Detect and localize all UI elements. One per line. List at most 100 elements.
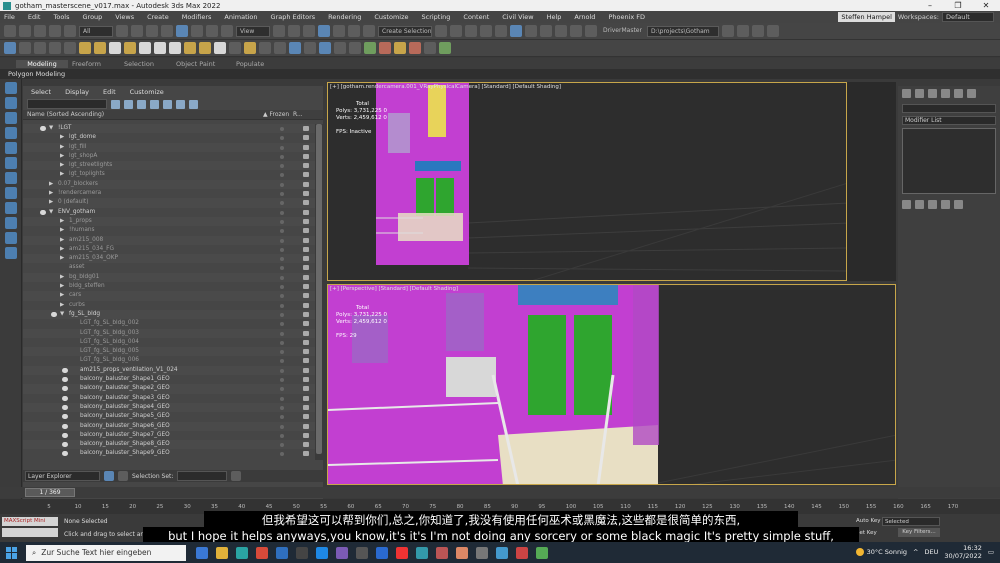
renderable-toggle-icon[interactable] [303, 144, 309, 150]
freeze-toggle-icon[interactable] [280, 275, 284, 280]
collapsed-arrow-icon[interactable]: ▶ [60, 153, 64, 159]
renderable-toggle-icon[interactable] [303, 181, 309, 187]
app-icon-18[interactable] [536, 546, 548, 559]
spacewarps-filter-icon[interactable] [5, 202, 17, 214]
freeze-toggle-icon[interactable] [280, 322, 284, 327]
schematic-view-icon[interactable] [510, 25, 522, 37]
explorer-row[interactable]: LGT_fg_SL_bldg_004 [23, 338, 315, 347]
show-end-result-icon[interactable] [915, 200, 924, 209]
explorer-row[interactable]: balcony_baluster_Shape3_GEO [23, 394, 315, 403]
freeze-toggle-icon[interactable] [280, 415, 284, 420]
remove-modifier-icon[interactable] [941, 200, 950, 209]
visibility-eye-icon[interactable] [40, 126, 46, 131]
renderable-toggle-icon[interactable] [303, 404, 309, 410]
list-view-icon[interactable] [104, 471, 114, 481]
explorer-row[interactable]: balcony_baluster_Shape2_GEO [23, 384, 315, 394]
workspace-icon[interactable] [767, 25, 779, 37]
pin-stack-icon[interactable] [902, 200, 911, 209]
rect-selection-icon[interactable] [146, 25, 158, 37]
renderable-toggle-icon[interactable] [303, 395, 309, 401]
explorer-row[interactable]: ▶ am215_034_FG [23, 245, 315, 254]
plane-icon[interactable] [109, 42, 121, 54]
display-icon[interactable] [64, 42, 76, 54]
notification-icon[interactable]: ▭ [988, 548, 994, 556]
chrome-icon[interactable] [256, 546, 268, 559]
tray-chevron-icon[interactable]: ^ [913, 548, 918, 556]
explorer-row[interactable]: ▶ lgt_dome [23, 133, 315, 142]
menu-item-rendering[interactable]: Rendering [328, 13, 361, 21]
freeze-toggle-icon[interactable] [280, 368, 284, 373]
explorer-menu-customize[interactable]: Customize [130, 88, 164, 96]
modify-tab-icon[interactable] [915, 89, 924, 98]
layer-explorer-dropdown[interactable]: Layer Explorer [25, 471, 100, 481]
language-indicator[interactable]: DEU [925, 548, 939, 556]
column-name[interactable]: Name (Sorted Ascending) [23, 111, 263, 118]
maximize-icon[interactable]: ❐ [944, 0, 972, 11]
placement-icon[interactable] [221, 25, 233, 37]
menu-item-help[interactable]: Help [547, 13, 562, 21]
renderable-toggle-icon[interactable] [303, 386, 309, 392]
cone-icon[interactable] [154, 42, 166, 54]
renderable-toggle-icon[interactable] [303, 237, 309, 243]
renderable-toggle-icon[interactable] [303, 367, 309, 373]
explorer-row[interactable]: asset [23, 263, 315, 272]
window-crossing-icon[interactable] [161, 25, 173, 37]
menu-item-graph-editors[interactable]: Graph Editors [271, 13, 316, 21]
display-tab-icon[interactable] [954, 89, 963, 98]
app-icon-7[interactable] [316, 546, 328, 559]
file-explorer-icon[interactable] [216, 546, 228, 559]
freeze-toggle-icon[interactable] [280, 192, 284, 197]
renderable-toggle-icon[interactable] [303, 218, 309, 224]
menu-item-phoenix-fd[interactable]: Phoenix FD [608, 13, 645, 21]
visibility-eye-icon[interactable] [51, 311, 57, 317]
renderable-toggle-icon[interactable] [303, 423, 309, 429]
visibility-eye-icon[interactable] [62, 451, 68, 457]
renderable-toggle-icon[interactable] [303, 377, 309, 383]
cloud-icon[interactable] [124, 42, 136, 54]
tab-selection[interactable]: Selection [124, 60, 176, 68]
collapsed-arrow-icon[interactable]: ▶ [60, 162, 64, 168]
freeze-toggle-icon[interactable] [280, 182, 284, 187]
bind-icon[interactable] [64, 25, 76, 37]
explorer-row[interactable]: ▶ lgt_streetlights [23, 161, 315, 171]
minimize-icon[interactable]: – [916, 0, 944, 11]
phoenix-source-icon[interactable] [394, 42, 406, 54]
visibility-eye-icon[interactable] [40, 209, 46, 215]
render-icon[interactable] [570, 25, 582, 37]
explorer-row[interactable]: ▶ 1_props [23, 216, 315, 227]
utilities-tab-icon[interactable] [967, 89, 976, 98]
app-icon-11[interactable] [396, 546, 408, 559]
renderable-toggle-icon[interactable] [303, 274, 309, 280]
renderable-toggle-icon[interactable] [303, 191, 309, 197]
collapsed-arrow-icon[interactable]: ▶ [60, 274, 64, 280]
vray-mesh-icon[interactable] [304, 42, 316, 54]
freeze-toggle-icon[interactable] [280, 378, 284, 383]
menu-item-modifiers[interactable]: Modifiers [182, 13, 212, 21]
collapsed-arrow-icon[interactable]: ▶ [60, 302, 64, 308]
visibility-eye-icon[interactable] [62, 423, 68, 429]
explorer-row[interactable]: ▶ curbs [23, 301, 315, 310]
filter-icon[interactable] [111, 99, 120, 109]
tab-object-paint[interactable]: Object Paint [176, 60, 236, 68]
named-selection-dropdown[interactable]: Create Selection Se [378, 25, 432, 37]
edit-named-selection-icon[interactable] [363, 25, 375, 37]
renderable-toggle-icon[interactable] [303, 209, 309, 215]
freeze-toggle-icon[interactable] [280, 424, 284, 429]
explorer-row[interactable]: balcony_baluster_Shape5_GEO [23, 412, 315, 421]
keyboard-shortcut-icon[interactable] [288, 25, 300, 37]
geometry-filter-icon[interactable] [5, 127, 17, 139]
expanded-arrow-icon[interactable]: ▼ [60, 311, 64, 317]
redo-icon[interactable] [19, 25, 31, 37]
workspace-dropdown[interactable]: Default [942, 12, 994, 22]
renderable-toggle-icon[interactable] [303, 163, 309, 169]
hierarchy-tab-icon[interactable] [928, 89, 937, 98]
menu-item-arnold[interactable]: Arnold [574, 13, 595, 21]
spinner-snap-icon[interactable] [348, 25, 360, 37]
freeze-toggle-icon[interactable] [280, 266, 284, 271]
renderable-toggle-icon[interactable] [303, 414, 309, 420]
phoenix-sim-icon[interactable] [409, 42, 421, 54]
modifier-list-dropdown[interactable]: Modifier List [902, 116, 996, 125]
viewport-perspective-label[interactable]: [+] [Perspective] [Standard] [Default Sh… [330, 286, 458, 292]
taskbar-search-input[interactable]: ⌕ Zur Suche Text hier eingeben [26, 544, 186, 561]
light-bulb-icon[interactable] [199, 42, 211, 54]
